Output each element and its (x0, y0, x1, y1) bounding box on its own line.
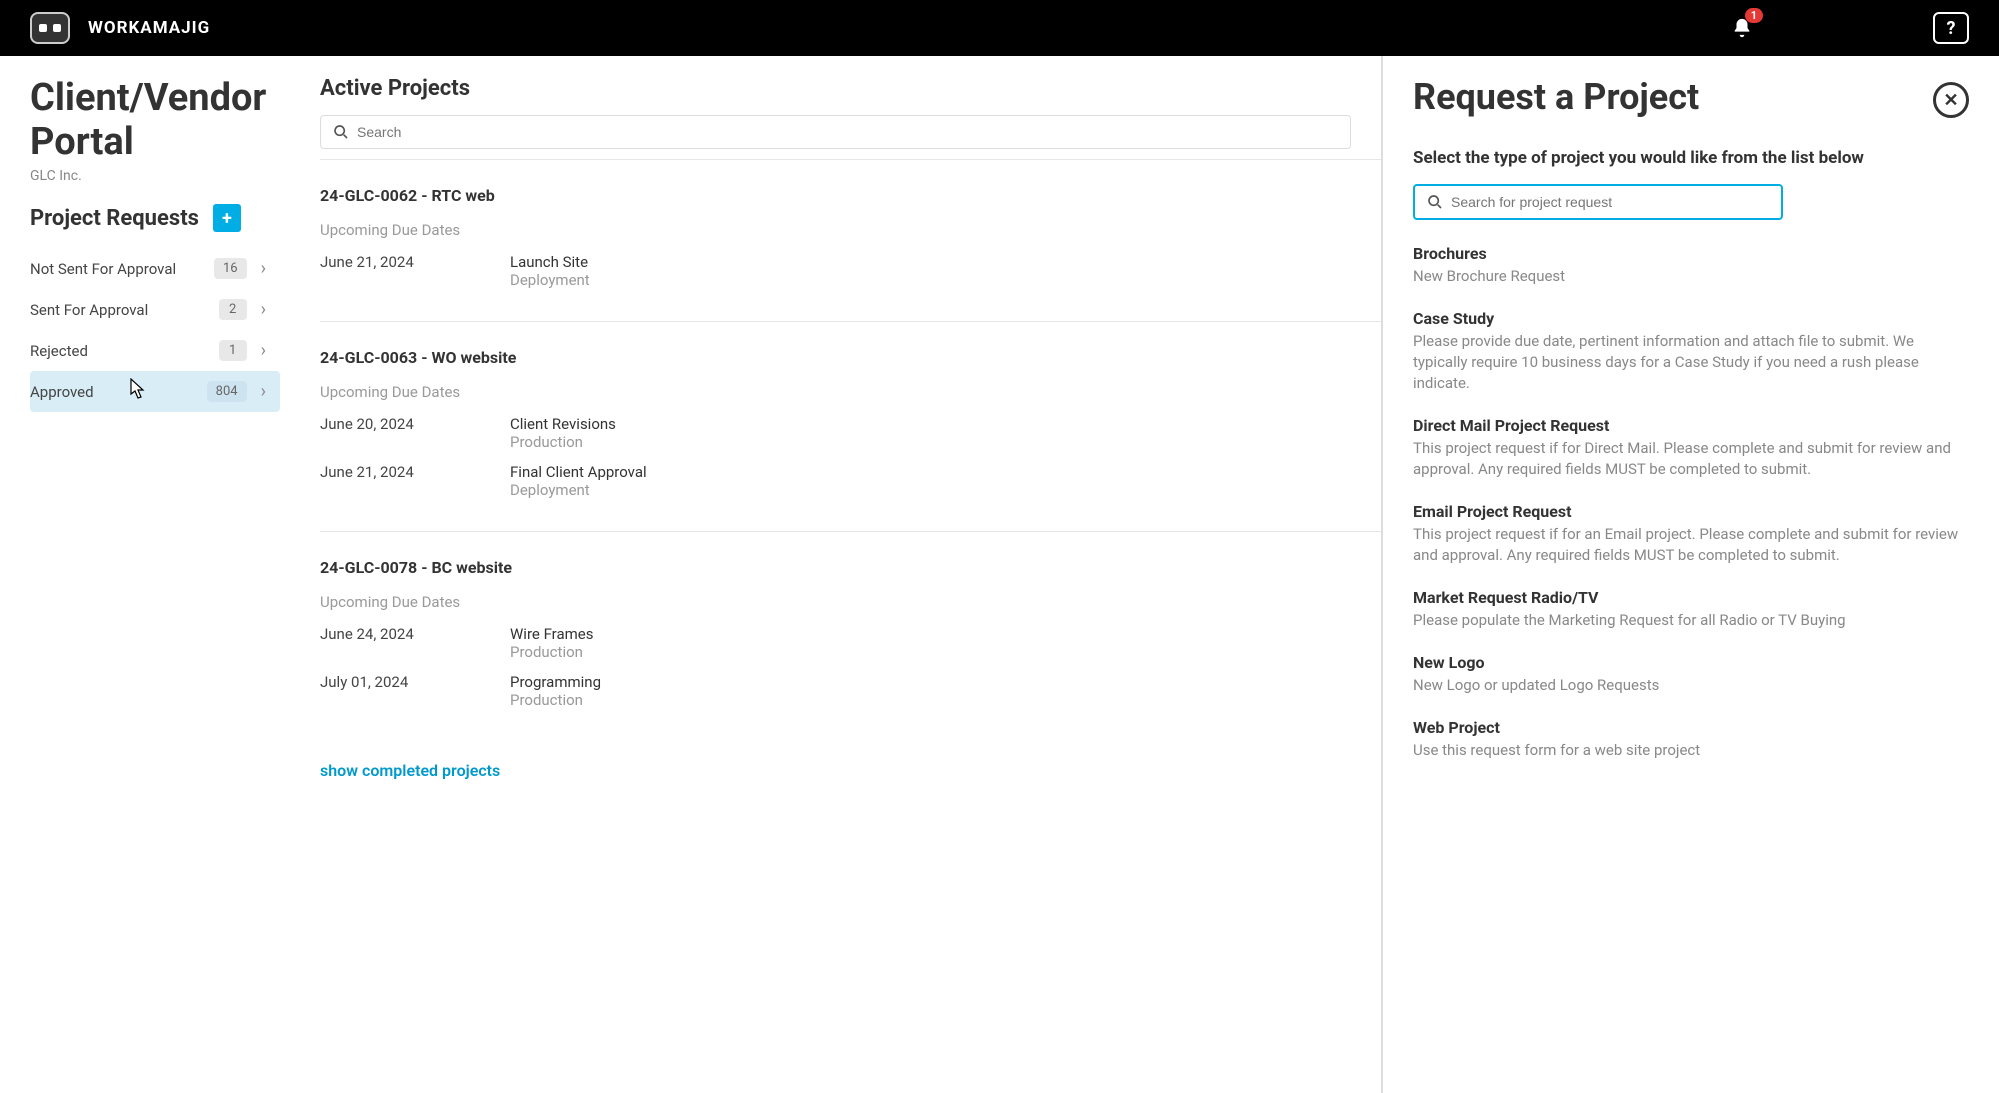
search-icon (1427, 194, 1443, 210)
plus-icon: + (222, 208, 232, 229)
request-type-name: New Logo (1413, 653, 1969, 672)
task-name: Programming (510, 673, 601, 691)
upcoming-label: Upcoming Due Dates (320, 383, 1351, 401)
task-name: Final Client Approval (510, 463, 647, 481)
request-type-item[interactable]: New Logo New Logo or updated Logo Request… (1413, 653, 1969, 696)
upcoming-label: Upcoming Due Dates (320, 221, 1351, 239)
request-type-desc: This project request if for Direct Mail.… (1413, 438, 1969, 480)
request-panel-subhead: Select the type of project you would lik… (1413, 148, 1969, 168)
project-card[interactable]: 24-GLC-0063 - WO website Upcoming Due Dat… (320, 321, 1381, 531)
project-card[interactable]: 24-GLC-0062 - RTC web Upcoming Due Dates J… (320, 159, 1381, 321)
sidebar: Client/Vendor Portal GLC Inc. Project Re… (0, 56, 290, 1093)
project-search[interactable] (320, 115, 1351, 149)
help-icon: ? (1947, 18, 1956, 39)
request-type-desc: This project request if for an Email pro… (1413, 524, 1969, 566)
request-type-name: Direct Mail Project Request (1413, 416, 1969, 435)
request-type-desc: New Brochure Request (1413, 266, 1969, 287)
chevron-right-icon: › (261, 299, 266, 320)
due-date: June 21, 2024 (320, 253, 450, 271)
due-row: June 21, 2024 Final Client ApprovalDeploy… (320, 457, 1351, 505)
status-row-sent-for-approval[interactable]: Sent For Approval 2 › (30, 289, 280, 330)
chevron-right-icon: › (261, 258, 266, 279)
request-type-search-input[interactable] (1451, 194, 1769, 210)
request-type-item[interactable]: Case Study Please provide due date, perti… (1413, 309, 1969, 394)
project-requests-heading: Project Requests (30, 206, 199, 231)
task-name: Wire Frames (510, 625, 593, 643)
active-projects-heading: Active Projects (320, 76, 1381, 101)
status-row-rejected[interactable]: Rejected 1 › (30, 330, 280, 371)
project-title: 24-GLC-0063 - WO website (320, 348, 1351, 367)
status-label: Rejected (30, 342, 88, 360)
notifications-button[interactable]: 1 (1731, 16, 1753, 40)
request-type-desc: Use this request form for a web site pro… (1413, 740, 1969, 761)
request-type-desc: New Logo or updated Logo Requests (1413, 675, 1969, 696)
request-project-panel: ✕ Request a Project Select the type of p… (1382, 56, 1999, 1093)
task-phase: Production (510, 643, 593, 661)
close-icon: ✕ (1943, 90, 1958, 111)
chevron-right-icon: › (261, 340, 266, 361)
app-logo[interactable] (30, 12, 70, 44)
search-icon (333, 124, 349, 140)
active-projects-pane: calendar Active Projects 24-GLC-0062 - R… (290, 56, 1381, 1093)
request-type-desc: Please populate the Marketing Request fo… (1413, 610, 1969, 631)
status-count: 804 (207, 381, 247, 402)
project-search-input[interactable] (357, 124, 1338, 140)
request-type-name: Web Project (1413, 718, 1969, 737)
due-date: June 20, 2024 (320, 415, 450, 433)
task-name: Client Revisions (510, 415, 616, 433)
task-name: Launch Site (510, 253, 590, 271)
request-type-item[interactable]: Direct Mail Project Request This project … (1413, 416, 1969, 480)
close-panel-button[interactable]: ✕ (1933, 82, 1969, 118)
help-button[interactable]: ? (1933, 12, 1969, 44)
request-type-item[interactable]: Market Request Radio/TV Please populate t… (1413, 588, 1969, 631)
project-title: 24-GLC-0062 - RTC web (320, 186, 1351, 205)
chevron-right-icon: › (261, 381, 266, 402)
request-panel-title: Request a Project (1413, 76, 1969, 118)
due-row: June 21, 2024 Launch SiteDeployment (320, 247, 1351, 295)
due-date: July 01, 2024 (320, 673, 450, 691)
task-phase: Deployment (510, 271, 590, 289)
brand-name: WORKAMAJIG (88, 18, 210, 38)
request-type-name: Case Study (1413, 309, 1969, 328)
request-type-search[interactable] (1413, 184, 1783, 220)
company-name: GLC Inc. (30, 168, 290, 184)
project-card[interactable]: 24-GLC-0078 - BC website Upcoming Due Dat… (320, 531, 1381, 741)
due-row: June 24, 2024 Wire FramesProduction (320, 619, 1351, 667)
upcoming-label: Upcoming Due Dates (320, 593, 1351, 611)
status-label: Approved (30, 383, 94, 401)
status-count: 16 (214, 258, 247, 279)
due-row: July 01, 2024 ProgrammingProduction (320, 667, 1351, 715)
status-count: 2 (219, 299, 247, 320)
app-header: WORKAMAJIG 1 ? (0, 0, 1999, 56)
request-type-name: Email Project Request (1413, 502, 1969, 521)
request-type-name: Brochures (1413, 244, 1969, 263)
due-row: June 20, 2024 Client RevisionsProduction (320, 409, 1351, 457)
main-left-pane: Client/Vendor Portal GLC Inc. Project Re… (0, 56, 1382, 1093)
show-completed-link[interactable]: show completed projects (320, 761, 1381, 780)
status-label: Sent For Approval (30, 301, 148, 319)
project-title: 24-GLC-0078 - BC website (320, 558, 1351, 577)
request-type-item[interactable]: Email Project Request This project reques… (1413, 502, 1969, 566)
request-type-name: Market Request Radio/TV (1413, 588, 1969, 607)
page-title: Client/Vendor Portal (30, 76, 290, 164)
task-phase: Production (510, 433, 616, 451)
task-phase: Production (510, 691, 601, 709)
status-label: Not Sent For Approval (30, 260, 176, 278)
notification-badge: 1 (1745, 8, 1763, 23)
due-date: June 21, 2024 (320, 463, 450, 481)
status-row-approved[interactable]: Approved 804 › (30, 371, 280, 412)
task-phase: Deployment (510, 481, 647, 499)
status-count: 1 (219, 340, 247, 361)
request-type-item[interactable]: Web Project Use this request form for a w… (1413, 718, 1969, 761)
add-request-button[interactable]: + (213, 204, 241, 232)
request-type-item[interactable]: Brochures New Brochure Request (1413, 244, 1969, 287)
status-row-not-sent-for-approval[interactable]: Not Sent For Approval 16 › (30, 248, 280, 289)
due-date: June 24, 2024 (320, 625, 450, 643)
request-type-desc: Please provide due date, pertinent infor… (1413, 331, 1969, 394)
